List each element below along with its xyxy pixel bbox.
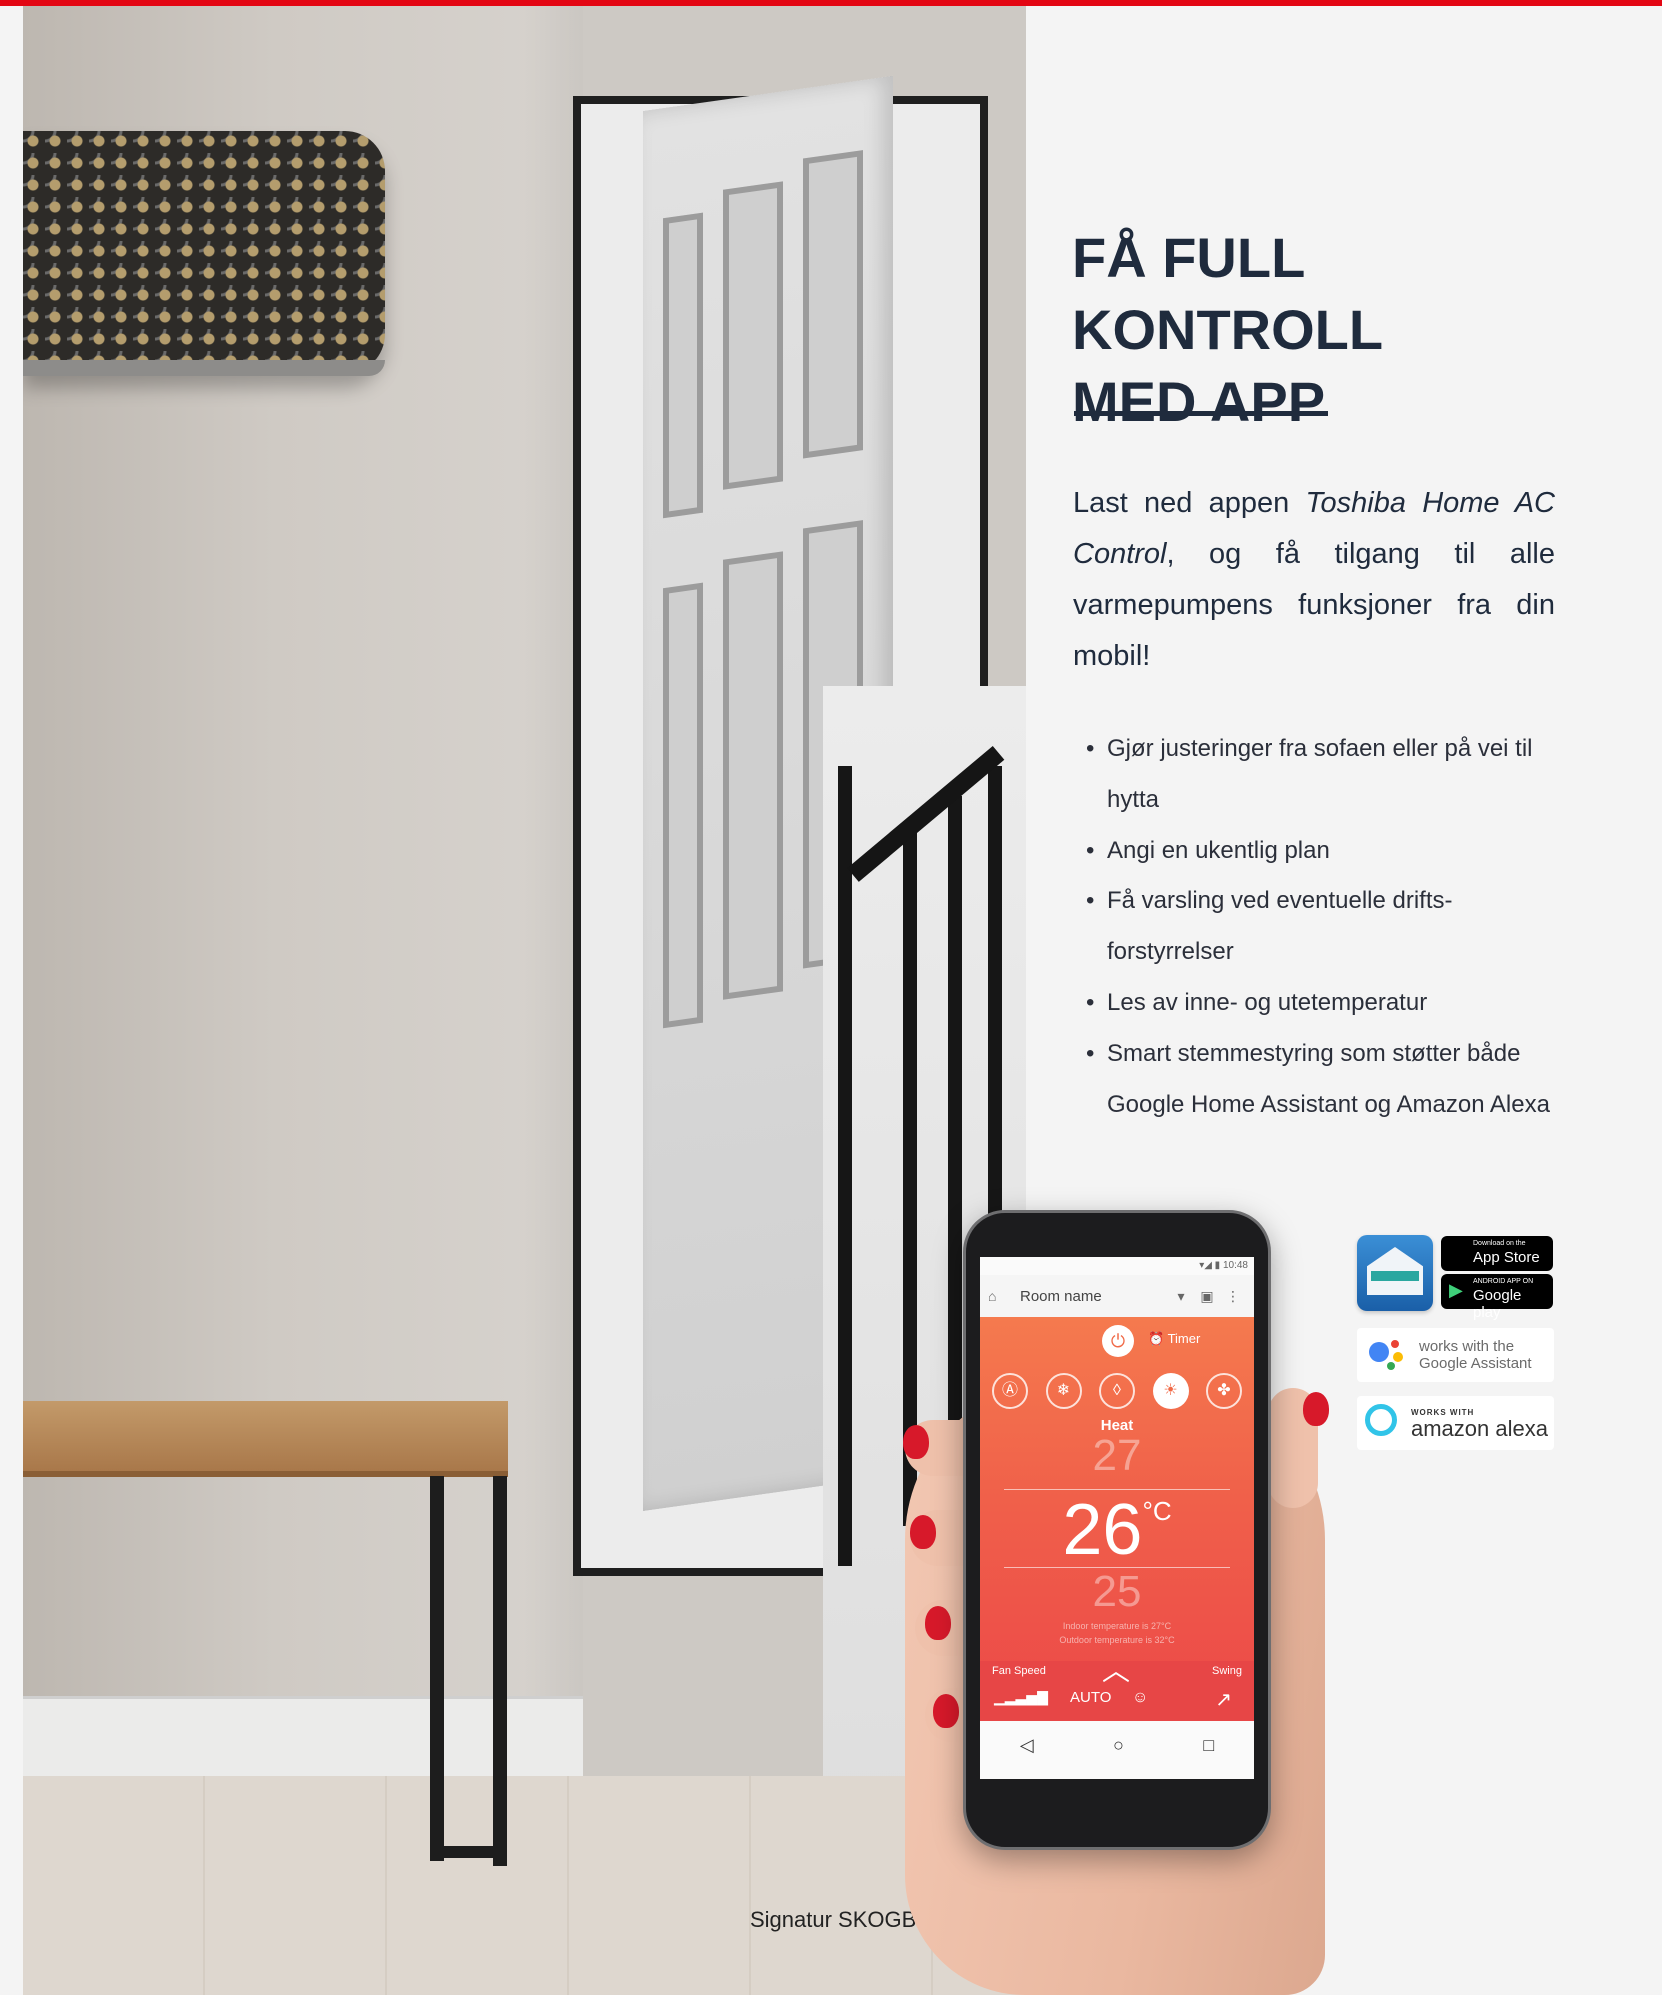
recents-icon[interactable]: □	[1203, 1735, 1214, 1756]
smartphone: ▾◢ ▮ 10:48 ⌂ Room name ▾ ▣ ⋮ ⏻ ⏰ Timer Ⓐ…	[963, 1210, 1271, 1850]
home-circle-icon[interactable]: ○	[1113, 1735, 1124, 1756]
mode-selector: Ⓐ ❄ ◊ ☀ ✤	[992, 1373, 1242, 1409]
page-title: FÅ FULL KONTROLL MED APP	[1072, 226, 1384, 433]
signal-icon: ▾◢ ▮	[1199, 1260, 1223, 1271]
list-item: Angi en ukentlig plan	[1074, 826, 1564, 877]
auto-mode-icon[interactable]: Ⓐ	[992, 1373, 1028, 1409]
app-screen: ▾◢ ▮ 10:48 ⌂ Room name ▾ ▣ ⋮ ⏻ ⏰ Timer Ⓐ…	[980, 1257, 1254, 1779]
fan-icon[interactable]: ✤	[1206, 1373, 1242, 1409]
outdoor-temperature: Outdoor temperature is 32°C	[1059, 1635, 1175, 1645]
fan-swing-bar: ︿ Fan Speed Swing ▁▂▃▅▇ AUTO ☺ ↗	[980, 1655, 1254, 1721]
calendar-icon[interactable]: ▣	[1194, 1288, 1220, 1305]
feature-list: Gjør justeringer fra sofaen eller på vei…	[1074, 724, 1564, 1130]
floor	[23, 1776, 1026, 1995]
android-nav-bar: ◁ ○ □	[980, 1735, 1254, 1756]
list-item: Få varsling ved eventuelle drifts-forsty…	[1074, 876, 1564, 978]
alarm-clock-icon: ⏰	[1148, 1331, 1168, 1346]
list-item: Gjør justeringer fra sofaen eller på vei…	[1074, 724, 1564, 826]
back-icon[interactable]: ◁	[1020, 1735, 1034, 1756]
climate-control-panel: ⏻ ⏰ Timer Ⓐ ❄ ◊ ☀ ✤ Heat 27 26°C 25 Indo…	[980, 1317, 1254, 1721]
home-icon[interactable]: ⌂	[988, 1288, 1004, 1304]
app-store-badge[interactable]: Download on the App Store	[1441, 1236, 1553, 1271]
temp-up-value[interactable]: 27	[980, 1431, 1254, 1481]
google-assistant-badge[interactable]: works with the Google Assistant	[1357, 1328, 1554, 1382]
fingernail	[1303, 1392, 1329, 1426]
swing-icon[interactable]: ↗	[1215, 1687, 1232, 1712]
eco-icon[interactable]: ☺	[1132, 1689, 1148, 1707]
snowflake-icon[interactable]: ❄	[1045, 1373, 1082, 1409]
amazon-alexa-badge[interactable]: WORKS WITH amazon alexa	[1357, 1396, 1554, 1450]
power-button[interactable]: ⏻	[1102, 1325, 1134, 1357]
play-icon: ▶	[1449, 1280, 1463, 1300]
alexa-icon	[1365, 1404, 1397, 1436]
fingernail	[903, 1425, 929, 1459]
current-setpoint: 26°C	[1062, 1490, 1172, 1570]
toshiba-app-icon[interactable]	[1357, 1235, 1433, 1311]
more-icon[interactable]: ⋮	[1220, 1288, 1246, 1305]
sun-icon[interactable]: ☀	[1152, 1373, 1189, 1409]
status-bar: ▾◢ ▮ 10:48	[980, 1257, 1254, 1275]
google-play-badge[interactable]: ▶ ANDROID APP ON Google play	[1441, 1274, 1553, 1321]
room-name-dropdown[interactable]: Room name	[1004, 1288, 1168, 1305]
app-toolbar: ⌂ Room name ▾ ▣ ⋮	[980, 1275, 1254, 1317]
hallway-photo	[23, 6, 1026, 1995]
wooden-bench	[23, 1401, 508, 1477]
timer-button[interactable]: ⏰ Timer	[1148, 1331, 1200, 1347]
fingernail	[910, 1515, 936, 1549]
intro-paragraph: Last ned appen Toshiba Home AC Control, …	[1073, 487, 1555, 672]
temp-down-value[interactable]: 25	[980, 1567, 1254, 1617]
droplet-icon[interactable]: ◊	[1099, 1373, 1135, 1409]
indoor-temperature: Indoor temperature is 27°C	[1062, 1621, 1172, 1631]
list-item: Smart stemmestyring som støtter både Goo…	[1074, 1029, 1564, 1131]
heat-pump-indoor-unit	[23, 131, 385, 374]
chevron-down-icon[interactable]: ▾	[1168, 1288, 1194, 1305]
list-item: Les av inne- og utetemperatur	[1074, 978, 1564, 1029]
fingernail	[925, 1606, 951, 1640]
fan-speed-bars-icon[interactable]: ▁▂▃▅▇	[994, 1689, 1048, 1706]
title-divider	[1074, 411, 1328, 416]
clock: 10:48	[1222, 1260, 1248, 1271]
google-assistant-icon	[1369, 1340, 1409, 1370]
fan-speed-value[interactable]: AUTO	[1070, 1689, 1111, 1706]
fingernail	[933, 1694, 959, 1728]
chevron-up-icon[interactable]: ︿	[1102, 1649, 1130, 1689]
